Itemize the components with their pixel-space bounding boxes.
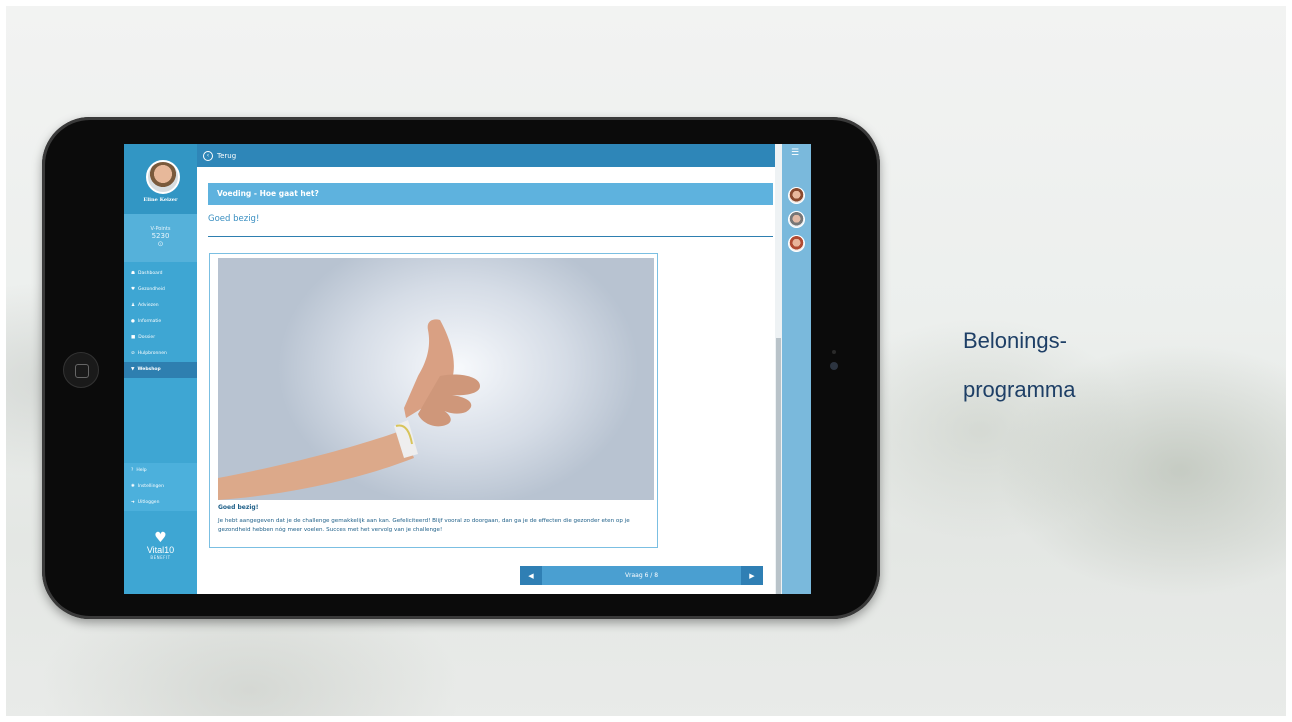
heart-logo-icon: ♥ <box>154 530 167 546</box>
folder-icon: ■ <box>131 335 136 340</box>
home-icon: ☗ <box>131 271 136 276</box>
sidebar-item-label: Informatie <box>137 319 162 324</box>
avatar[interactable] <box>146 160 180 194</box>
divider <box>208 236 773 237</box>
sidebar-item-instellingen[interactable]: ✺ Instellingen <box>124 479 197 495</box>
back-arrow-icon: ‹ <box>203 150 213 161</box>
card-text: Je hebt aangegeven dat je de challenge g… <box>218 518 630 533</box>
sidebar-item-dashboard[interactable]: ☗ Dashboard <box>124 266 197 282</box>
card-title: Goed bezig! <box>218 504 259 511</box>
sidebar-item-label: Hulpbronnen <box>137 351 167 356</box>
next-button[interactable]: ▶ <box>741 566 763 585</box>
sidebar-nav: ☗ Dashboard ♥ Gezondheid ♟ Adviezen ● In… <box>124 266 197 378</box>
info-icon: ● <box>131 319 135 324</box>
contact-avatar-2[interactable] <box>788 211 805 228</box>
sidebar: Eline Keizer V-Points 5230 ⊙ ☗ Dashboard… <box>124 144 197 594</box>
person-icon: ♟ <box>131 303 136 308</box>
sidebar-item-label: Uitloggen <box>137 500 160 505</box>
right-contacts-bar: ☰ <box>782 144 811 594</box>
sidebar-item-label: Instellingen <box>137 484 164 489</box>
pager-label: Vraag 6 / 8 <box>624 572 659 579</box>
back-button[interactable]: ‹ Terug <box>203 150 237 161</box>
sidebar-bottom-nav: ? Help ✺ Instellingen ➜ Uitloggen <box>124 463 197 511</box>
vital10-logo: ♥ Vital10 BENEFIT <box>124 531 197 560</box>
contact-avatar-1[interactable] <box>788 187 805 204</box>
thumbs-up-photo <box>218 258 654 500</box>
contact-avatar-3[interactable] <box>788 235 805 252</box>
sidebar-item-label: Dashboard <box>138 271 163 276</box>
points-icon[interactable]: ⊙ <box>124 240 197 248</box>
section-title: Voeding - Hoe gaat het? <box>208 183 773 205</box>
app-screen: Eline Keizer V-Points 5230 ⊙ ☗ Dashboard… <box>124 144 811 594</box>
slide-title: Belonings- programma <box>963 316 1075 414</box>
cart-icon: ▼ <box>131 367 135 372</box>
topbar: ‹ Terug <box>197 144 775 167</box>
tablet-sensor <box>832 350 836 354</box>
link-icon: ⊘ <box>131 351 135 356</box>
sidebar-item-uitloggen[interactable]: ➜ Uitloggen <box>124 495 197 511</box>
sidebar-item-help[interactable]: ? Help <box>124 463 197 479</box>
heart-icon: ♥ <box>131 287 136 292</box>
logo-subtext: BENEFIT <box>150 555 171 560</box>
sidebar-item-label: Webshop <box>137 367 161 372</box>
sidebar-item-label: Help <box>136 468 147 473</box>
gear-icon: ✺ <box>131 484 135 489</box>
tablet-camera <box>830 362 838 370</box>
sidebar-item-label: Adviezen <box>138 303 159 308</box>
profile-panel[interactable]: Eline Keizer <box>124 144 197 214</box>
sidebar-item-adviezen[interactable]: ♟ Adviezen <box>124 298 197 314</box>
question-pager: ◀ Vraag 6 / 8 ▶ <box>520 566 763 585</box>
sidebar-item-webshop[interactable]: ▼ Webshop <box>124 362 197 378</box>
sidebar-item-informatie[interactable]: ● Informatie <box>124 314 197 330</box>
sidebar-item-label: Dossier <box>138 335 156 340</box>
scrollbar[interactable] <box>775 144 782 594</box>
user-name: Eline Keizer <box>143 197 178 203</box>
feedback-card: Goed bezig! Je hebt aangegeven dat je de… <box>209 253 658 548</box>
previous-button[interactable]: ◀ <box>520 566 542 585</box>
hamburger-menu-icon[interactable]: ☰ <box>791 148 799 158</box>
scrollbar-thumb[interactable] <box>776 338 781 594</box>
sidebar-item-label: Gezondheid <box>138 287 165 292</box>
slide-title-line-1: Belonings- <box>963 328 1067 353</box>
help-icon: ? <box>131 468 134 473</box>
sidebar-item-dossier[interactable]: ■ Dossier <box>124 330 197 346</box>
sidebar-item-gezondheid[interactable]: ♥ Gezondheid <box>124 282 197 298</box>
logout-icon: ➜ <box>131 500 135 505</box>
page-subtitle: Goed bezig! <box>208 214 260 224</box>
sidebar-item-hulpbronnen[interactable]: ⊘ Hulpbronnen <box>124 346 197 362</box>
main-content: Voeding - Hoe gaat het? Goed bezig! Goed… <box>197 167 775 594</box>
logo-text: Vital10 <box>146 545 175 555</box>
back-label: Terug <box>217 151 237 160</box>
tablet-home-button <box>63 352 99 388</box>
points-value: 5230 <box>151 232 170 240</box>
slide-title-line-2: programma <box>963 377 1076 402</box>
points-panel: V-Points 5230 ⊙ <box>124 214 197 262</box>
